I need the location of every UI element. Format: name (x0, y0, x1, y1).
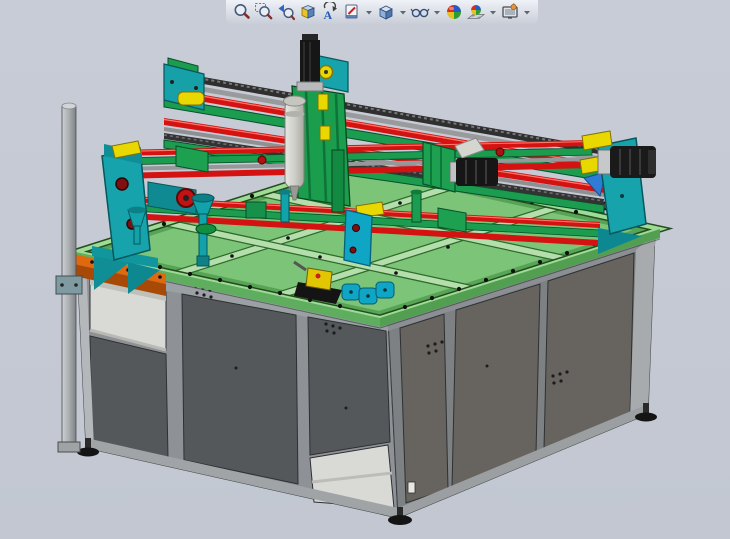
dynamic-annotation-views-button[interactable]: A (320, 2, 340, 22)
cabinet-label (408, 482, 415, 493)
previous-view-icon (276, 2, 296, 22)
apply-scene-dropdown[interactable] (488, 2, 498, 22)
dynamic-annotation-views-icon: A (320, 2, 340, 22)
display-style-dropdown[interactable] (398, 2, 408, 22)
spindle (284, 96, 306, 200)
display-style-button[interactable] (376, 2, 396, 22)
previous-view-button[interactable] (276, 2, 296, 22)
hide-show-items-button[interactable] (410, 2, 430, 22)
zoom-to-area-icon (254, 2, 274, 22)
edit-appearance-icon (444, 2, 464, 22)
view-orientation-icon (342, 2, 362, 22)
hide-show-items-dropdown[interactable] (432, 2, 442, 22)
zoom-to-fit-button[interactable] (232, 2, 252, 22)
zoom-to-fit-icon (232, 2, 252, 22)
view-orientation-dropdown[interactable] (364, 2, 374, 22)
apply-scene-icon (466, 2, 486, 22)
view-settings-button[interactable] (500, 2, 520, 22)
solidworks-window: A (0, 0, 730, 539)
view-orientation-button[interactable] (342, 2, 362, 22)
dropdown-arrow-icon (398, 2, 408, 22)
hide-show-items-icon (410, 2, 430, 22)
pole-base (58, 442, 80, 452)
svg-text:A: A (324, 8, 333, 22)
view-settings-dropdown[interactable] (522, 2, 532, 22)
dropdown-arrow-icon (522, 2, 532, 22)
dropdown-arrow-icon (488, 2, 498, 22)
section-view-icon (298, 2, 318, 22)
fixture-post (411, 190, 423, 222)
heads-up-view-toolbar: A (226, 0, 538, 25)
section-view-button[interactable] (298, 2, 318, 22)
3d-viewport[interactable] (0, 0, 730, 539)
edit-appearance-button[interactable] (444, 2, 464, 22)
fixture-pipe (279, 189, 291, 222)
apply-scene-button[interactable] (466, 2, 486, 22)
dropdown-arrow-icon (364, 2, 374, 22)
view-settings-icon (500, 2, 520, 22)
zoom-to-area-button[interactable] (254, 2, 274, 22)
pole-clamp (56, 276, 82, 294)
display-style-icon (376, 2, 396, 22)
dropdown-arrow-icon (432, 2, 442, 22)
